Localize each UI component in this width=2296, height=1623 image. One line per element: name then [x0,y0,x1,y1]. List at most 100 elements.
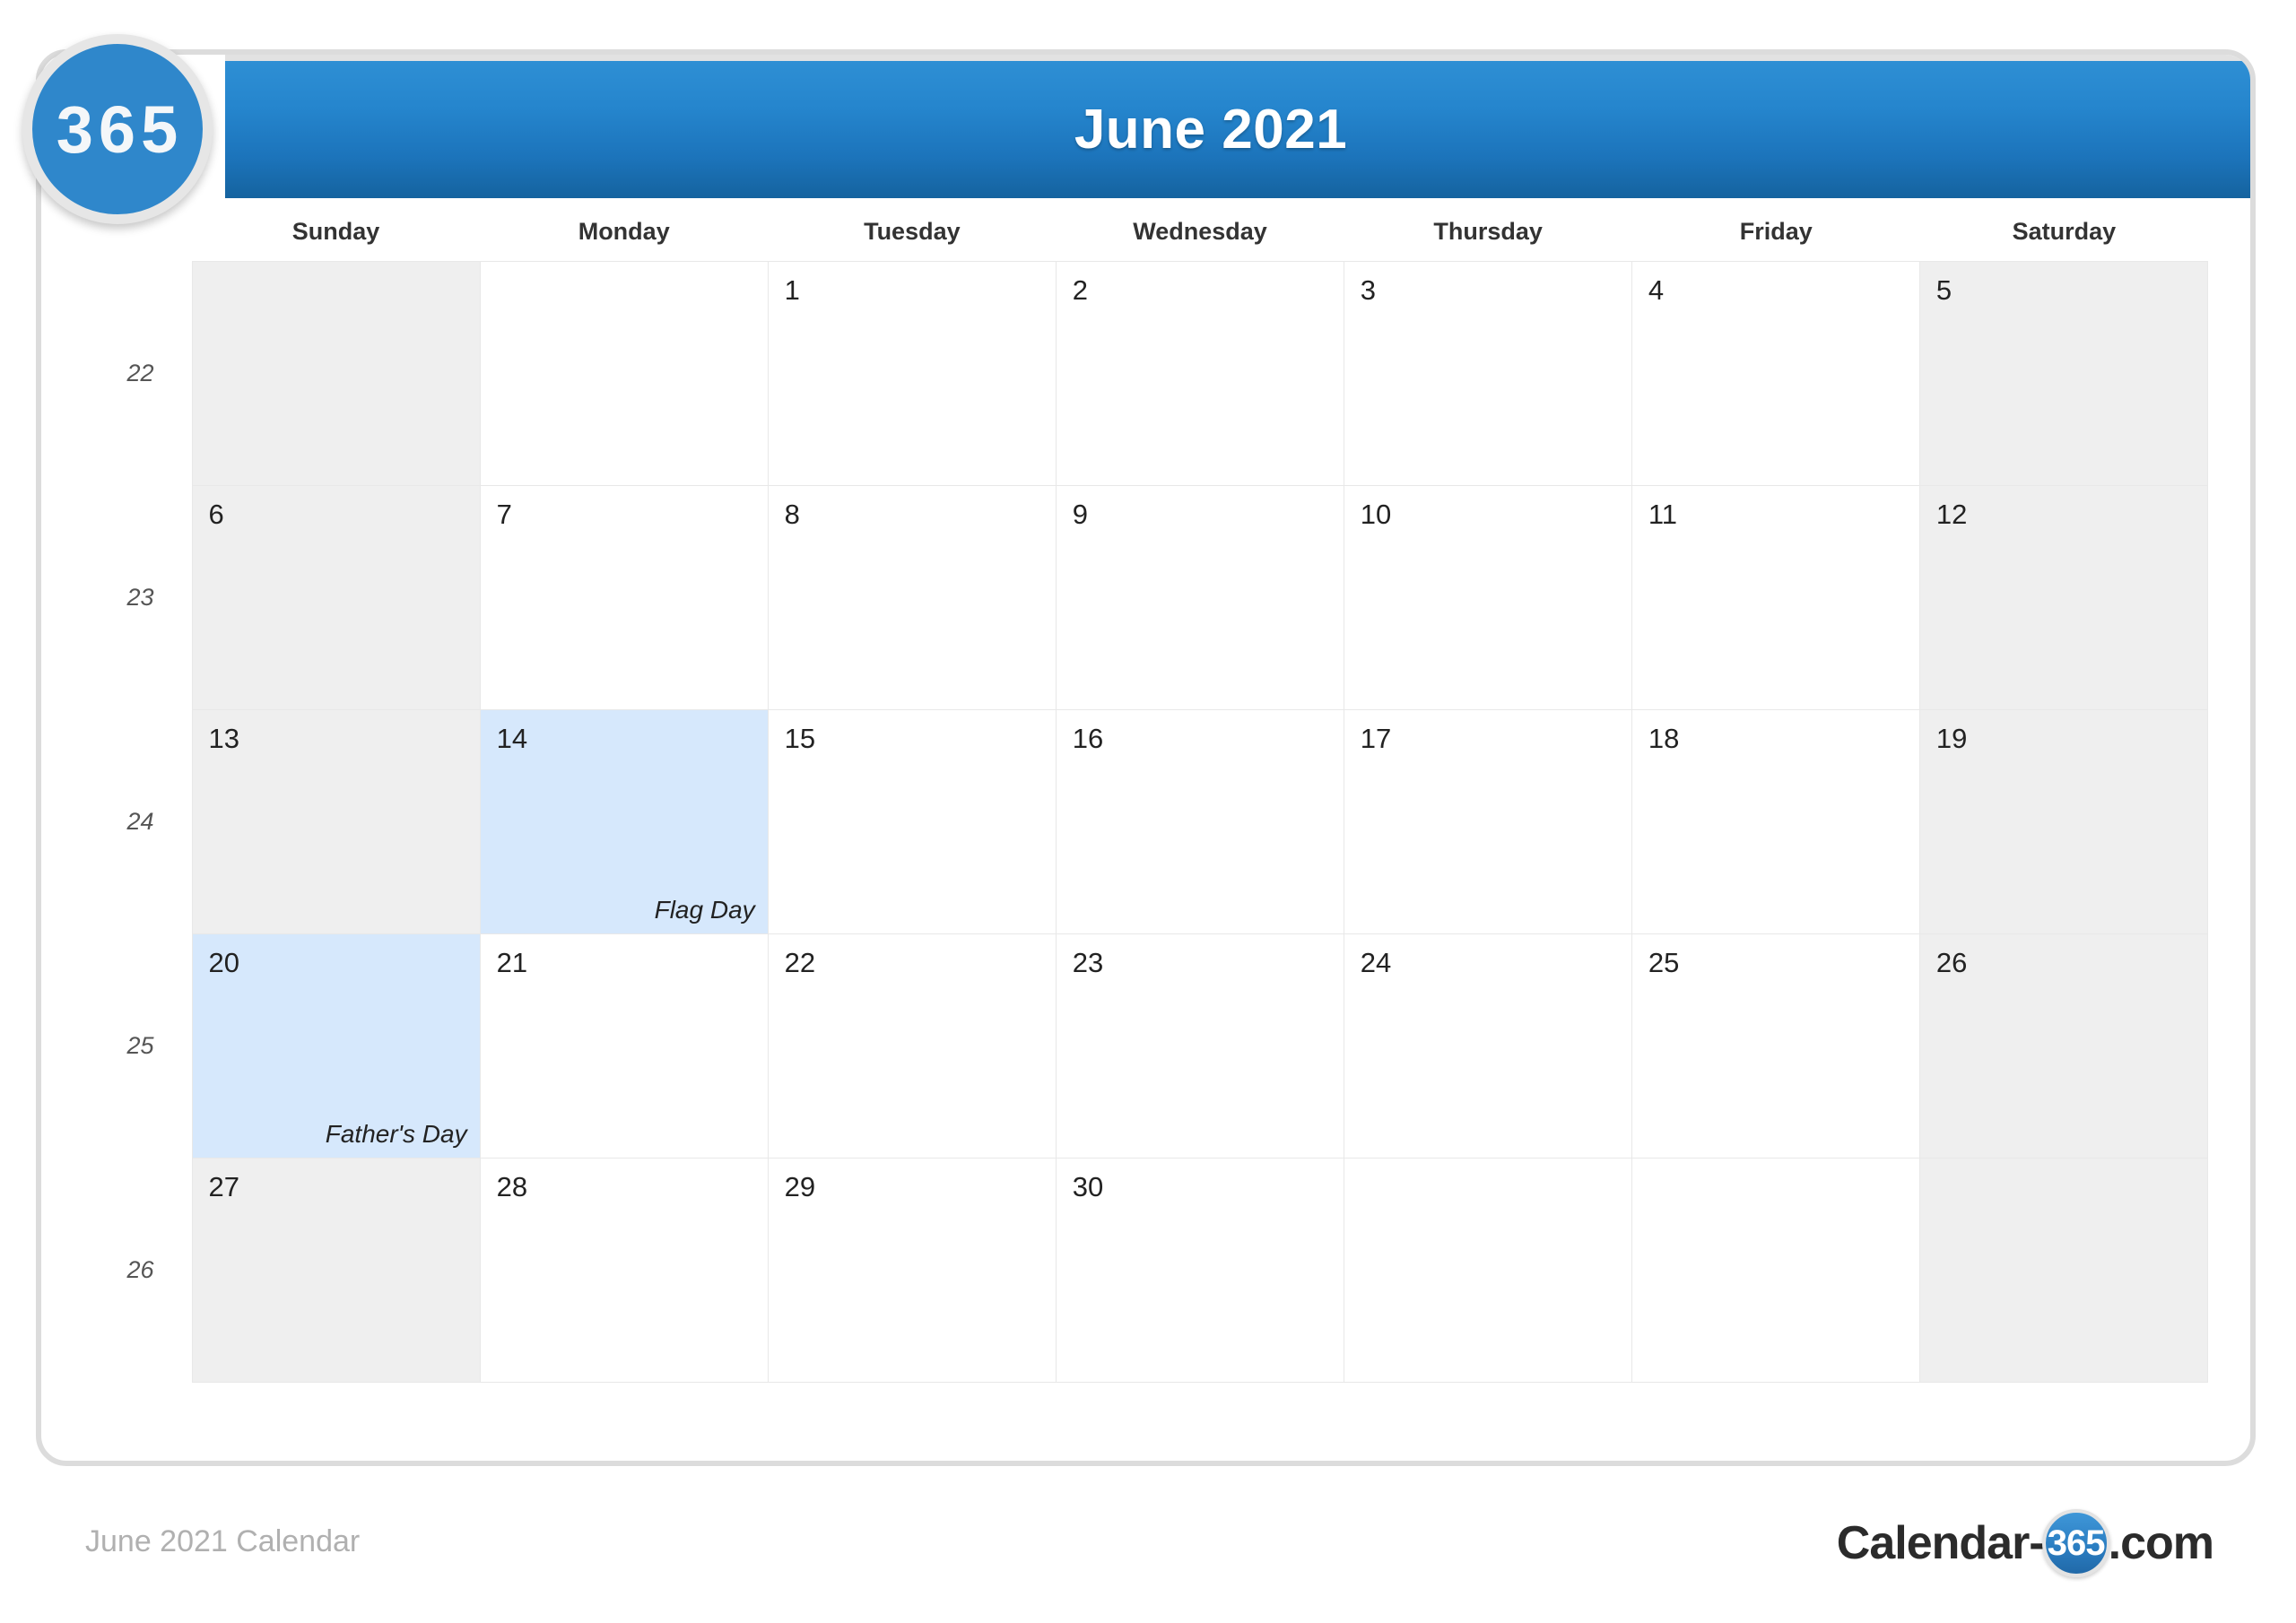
calendar-week-row: 23 6 7 8 9 10 11 12 [41,485,2209,710]
calendar-day-cell-4[interactable]: 4 [1631,261,1920,486]
day-number: 29 [784,1171,816,1202]
calendar-card: June 2021 365 SundayMondayTuesdayWednesd… [36,49,2256,1466]
calendar-day-cell-25[interactable]: 25 [1631,933,1920,1159]
day-number: 18 [1648,723,1680,754]
calendar-day-cell-3[interactable]: 3 [1343,261,1632,486]
calendar-body: 3 6 5 Sunday Monday Tuesday Wednesday Thursday… [41,198,2250,1461]
day-number: 25 [1648,947,1680,978]
day-number: 13 [208,723,240,754]
calendar-day-cell-9[interactable]: 9 [1055,485,1344,710]
day-number: 14 [496,723,528,754]
day-number: 16 [1072,723,1104,754]
calendar-day-cell-17[interactable]: 17 [1343,709,1632,934]
calendar-day-cell-22[interactable]: 22 [767,933,1057,1159]
calendar-day-cell-23[interactable]: 23 [1055,933,1344,1159]
calendar-day-cell-empty [1918,1158,2209,1383]
calendar-header-bar: June 2021 [225,55,2250,198]
day-number: 5 [1935,274,1952,306]
day-number: 24 [1360,947,1392,978]
day-number: 27 [208,1171,240,1202]
weekday-header-row: Sunday Monday Tuesday Wednesday Thursday Frid… [192,198,2208,261]
day-number: 26 [1935,947,1968,978]
weekday-header-friday: Friday [1739,218,1813,245]
calendar-day-cell-12[interactable]: 12 [1918,485,2209,710]
calendar-day-cell-empty [479,261,769,486]
holiday-label: Flag Day [654,896,755,924]
day-number: 20 [208,947,240,978]
day-number: 21 [496,947,528,978]
calendar-day-cell-13[interactable]: 13 [191,709,481,934]
day-number: 3 [1360,274,1377,306]
calendar-day-cell-5[interactable]: 5 [1918,261,2209,486]
footer-logo-circle-label: 365 [2047,1523,2106,1563]
holiday-label: Father's Day [325,1120,467,1148]
calendar-page: June 2021 365 SundayMondayTuesdayWednesd… [0,0,2296,1623]
week-number: 22 [126,360,154,386]
calendar-day-cell-20[interactable]: 20 Father's Day [191,933,481,1159]
weekday-header-monday: Monday [578,218,670,245]
calendar-day-cell-29[interactable]: 29 [767,1158,1057,1383]
page-title: June 2021 [1074,99,1348,161]
calendar-week-row: 25 20 Father's Day 21 22 23 24 25 26 [41,933,2209,1159]
logo-badge-365: 365 [22,34,213,224]
calendar-day-cell-empty [191,261,481,486]
calendar-day-cell-18[interactable]: 18 [1631,709,1920,934]
day-number: 19 [1935,723,1968,754]
day-number: 23 [1072,947,1104,978]
calendar-day-cell-2[interactable]: 2 [1055,261,1344,486]
day-number: 7 [496,499,512,530]
day-number: 15 [784,723,816,754]
footer-logo[interactable]: Calendar- 365 .com [1836,1509,2214,1577]
week-number: 26 [126,1256,154,1283]
day-number: 30 [1072,1171,1104,1202]
day-number: 9 [1072,499,1088,530]
day-number: 6 [208,499,224,530]
calendar-day-cell-26[interactable]: 26 [1918,933,2209,1159]
day-number: 10 [1360,499,1392,530]
footer-logo-prefix: Calendar- [1836,1517,2045,1569]
weekday-header-sunday: Sunday [291,218,380,245]
calendar-day-cell-19[interactable]: 19 [1918,709,2209,934]
week-number: 23 [126,584,154,611]
day-number: 4 [1648,274,1665,306]
logo-badge-label: 365 [56,91,184,167]
calendar-day-cell-27[interactable]: 27 [191,1158,481,1383]
footer-logo-suffix: .com [2108,1517,2214,1569]
day-number: 28 [496,1171,528,1202]
weekday-header-wednesday: Wednesday [1133,218,1267,245]
calendar-day-cell-8[interactable]: 8 [767,485,1057,710]
weekday-header-thursday: Thursday [1433,218,1543,245]
weekday-header-saturday: Saturday [2012,218,2117,245]
week-number: 24 [126,808,154,835]
calendar-day-cell-empty [1343,1158,1632,1383]
calendar-week-row: 24 13 14 Flag Day 15 16 17 18 19 [41,709,2209,934]
footer-logo-circle-icon: 365 [2041,1509,2110,1577]
calendar-day-cell-empty [1631,1158,1920,1383]
calendar-day-cell-6[interactable]: 6 [191,485,481,710]
day-number: 2 [1072,274,1088,306]
calendar-day-cell-11[interactable]: 11 [1631,485,1920,710]
calendar-grid: 22 1 2 3 4 5 23 6 7 8 9 10 11 12 24 13 14 Flag Day 15 16 17 1… [41,261,2209,1383]
calendar-week-row: 26 27 28 29 30 [41,1158,2209,1383]
calendar-day-cell-16[interactable]: 16 [1055,709,1344,934]
footer-caption: June 2021 Calendar [85,1524,361,1558]
calendar-day-cell-21[interactable]: 21 [479,933,769,1159]
day-number: 12 [1935,499,1968,530]
calendar-day-cell-30[interactable]: 30 [1055,1158,1344,1383]
day-number: 1 [784,274,800,306]
week-number: 25 [126,1032,154,1059]
calendar-day-cell-14[interactable]: 14 Flag Day [479,709,769,934]
calendar-grid-area: 22 1 2 3 4 5 23 6 7 8 9 10 11 12 24 13 14 Flag Day 15 16 17 1… [41,261,2209,1383]
day-number: 8 [784,499,800,530]
calendar-week-row: 22 1 2 3 4 5 [41,261,2209,486]
weekday-header-tuesday: Tuesday [864,218,961,245]
day-number: 11 [1648,499,1678,530]
calendar-day-cell-15[interactable]: 15 [767,709,1057,934]
calendar-day-cell-10[interactable]: 10 [1343,485,1632,710]
calendar-day-cell-7[interactable]: 7 [479,485,769,710]
day-number: 22 [784,947,816,978]
calendar-day-cell-24[interactable]: 24 [1343,933,1632,1159]
day-number: 17 [1360,723,1392,754]
calendar-day-cell-1[interactable]: 1 [767,261,1057,486]
calendar-day-cell-28[interactable]: 28 [479,1158,769,1383]
